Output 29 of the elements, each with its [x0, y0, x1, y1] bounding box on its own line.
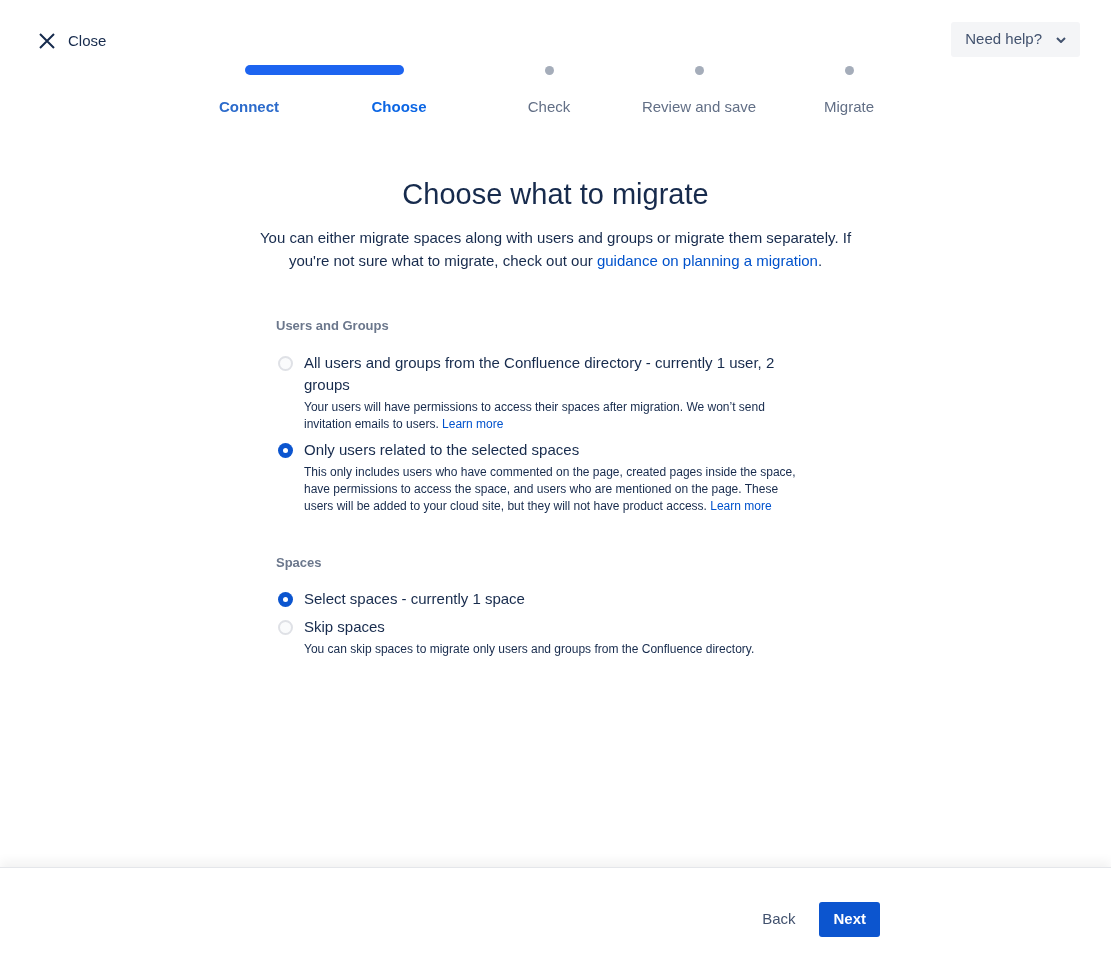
- option-label: Select spaces - currently 1 space: [304, 589, 526, 609]
- step-label: Review and save: [640, 97, 758, 117]
- back-button[interactable]: Back: [748, 901, 810, 937]
- intro-text: You can either migrate spaces along with users and groups or migrate them separately. If you're not sure what to migrate, check out our guidance on planning a migration.: [258, 228, 853, 271]
- close-icon: [38, 32, 56, 51]
- option-description: Your users will have permissions to access their spaces after migration. We won’t send invitation emails to users. Learn more: [304, 398, 766, 433]
- page-title: Choose what to migrate: [401, 176, 710, 212]
- option-label: All users and groups from the Confluence directory - currently 1 user, 2 groups: [304, 352, 776, 395]
- option-label: Skip spaces: [304, 617, 386, 637]
- radio-button[interactable]: [277, 442, 293, 458]
- next-button[interactable]: Next: [819, 901, 880, 937]
- section-heading: Users and Groups: [276, 317, 390, 335]
- guidance-link[interactable]: guidance on planning a migration: [596, 252, 818, 269]
- chevron-down-icon: [1056, 36, 1066, 43]
- help-button[interactable]: Need help?: [951, 22, 1080, 57]
- learn-more-link[interactable]: Learn more: [710, 498, 772, 513]
- radio-button[interactable]: [277, 592, 293, 607]
- step-label: Choose: [370, 97, 428, 117]
- step-label: Connect: [218, 97, 280, 117]
- close-button[interactable]: Close: [38, 30, 107, 53]
- section-heading: Spaces: [276, 553, 323, 572]
- step-label: Check: [526, 97, 572, 117]
- option-description: You can skip spaces to migrate only users and groups from the Confluence directory.: [304, 641, 756, 658]
- learn-more-link[interactable]: Learn more: [442, 416, 504, 431]
- option-label: Only users related to the selected spaces: [304, 439, 581, 460]
- step-label: Migrate: [823, 97, 875, 117]
- option-description: This only includes users who have commented on the page, created pages inside the space, have permissions to access the space, and users who are mentioned on the page. These users will be added to your cloud site, but they will not have product access. Learn more: [304, 463, 797, 515]
- radio-button[interactable]: [277, 620, 293, 635]
- radio-button[interactable]: [277, 355, 293, 371]
